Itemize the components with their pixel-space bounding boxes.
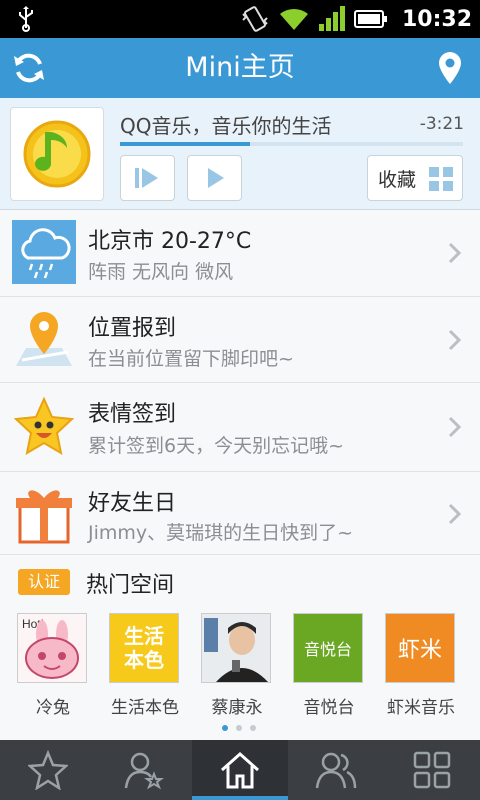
- vibrate-icon: [242, 6, 268, 32]
- chevron-right-icon: [448, 503, 462, 525]
- grid-icon: [429, 167, 453, 191]
- thumb-text: 生活本色: [124, 624, 164, 672]
- smiley-star-icon: [13, 396, 75, 455]
- birthday-title: 好友生日: [88, 491, 177, 516]
- tab-contacts[interactable]: [288, 740, 384, 800]
- signal-icon: [318, 6, 345, 31]
- location-icon[interactable]: [436, 50, 464, 86]
- favorite-button[interactable]: 收藏: [367, 155, 463, 201]
- battery-icon: [353, 10, 387, 28]
- space-item[interactable]: 蔡康永: [201, 613, 273, 718]
- progress-fill: [120, 142, 251, 146]
- space-item[interactable]: 虾米 虾米音乐: [385, 613, 457, 718]
- hot-spaces-title: 热门空间: [86, 573, 175, 598]
- favorite-label: 收藏: [378, 168, 417, 191]
- chevron-right-icon: [448, 416, 462, 438]
- qq-music-logo-icon: [23, 120, 91, 188]
- tab-friends-update[interactable]: [96, 740, 192, 800]
- birthday-row[interactable]: 好友生日 Jimmy、莫瑞琪的生日快到了~: [0, 472, 480, 555]
- page-title: Mini主页: [185, 52, 295, 83]
- usb-icon: [19, 6, 33, 32]
- weather-subtitle: 阵雨 无风向 微风: [88, 261, 234, 283]
- home-icon: [221, 751, 259, 789]
- page-dot: [250, 725, 256, 731]
- space-thumbnail: 生活本色: [109, 613, 179, 683]
- space-item[interactable]: 生活本色 生活本色: [109, 613, 181, 718]
- location-checkin-row[interactable]: 位置报到 在当前位置留下脚印吧~: [0, 297, 480, 383]
- thumb-text: 音悦台: [303, 640, 352, 659]
- space-label: 虾米音乐: [387, 698, 455, 718]
- tab-favorites[interactable]: [0, 740, 96, 800]
- location-pin-icon: [16, 312, 72, 366]
- play-icon: [208, 168, 224, 188]
- emoji-checkin-row[interactable]: 表情签到 累计签到6天，今天别忘记哦~: [0, 383, 480, 472]
- app-header: Mini主页: [0, 38, 480, 98]
- page-dot: [236, 725, 242, 731]
- song-title: QQ音乐，音乐你的生活: [120, 114, 332, 138]
- emoji-checkin-title: 表情签到: [88, 402, 177, 427]
- apps-grid-icon: [413, 751, 451, 789]
- star-icon: [28, 750, 68, 790]
- space-thumbnail: Hot!: [17, 613, 87, 683]
- verified-badge: 认证: [18, 569, 70, 595]
- person-star-icon: [124, 752, 164, 790]
- rabbit-avatar-icon: Hot!: [18, 614, 86, 682]
- birthday-subtitle: Jimmy、莫瑞琪的生日快到了~: [88, 522, 354, 544]
- time-remaining: -3:21: [419, 114, 464, 134]
- progress-bar[interactable]: [120, 142, 463, 146]
- bottom-tab-bar: [0, 740, 480, 800]
- page-dot: [222, 725, 228, 731]
- space-thumbnail: [201, 613, 271, 683]
- weather-title: 北京市 20-27°C: [88, 229, 252, 254]
- album-art[interactable]: [10, 107, 104, 201]
- location-checkin-title: 位置报到: [88, 316, 177, 341]
- weather-row[interactable]: 北京市 20-27°C 阵雨 无风向 微风: [0, 210, 480, 297]
- page-indicator: [222, 725, 256, 731]
- thumb-text: 虾米: [397, 638, 442, 663]
- status-bar: 10:32: [0, 0, 480, 38]
- space-thumbnail: 虾米: [385, 613, 455, 683]
- play-button[interactable]: [187, 155, 242, 201]
- chevron-right-icon: [448, 242, 462, 264]
- tab-home[interactable]: [192, 740, 288, 800]
- chevron-right-icon: [448, 329, 462, 351]
- tab-apps[interactable]: [384, 740, 480, 800]
- location-checkin-subtitle: 在当前位置留下脚印吧~: [88, 348, 294, 370]
- gift-icon: [16, 490, 72, 544]
- space-thumbnail: 音悦台: [293, 613, 363, 683]
- previous-button[interactable]: [120, 155, 175, 201]
- wifi-icon: [279, 8, 308, 30]
- hot-spaces-section: 认证 热门空间 Hot! 冷兔 生活本色 生活本色 蔡康永 音悦台 音悦台 虾米…: [0, 555, 480, 740]
- clock: 10:32: [401, 6, 472, 32]
- portrait-photo: [202, 614, 270, 682]
- weather-rain-icon: [12, 220, 76, 284]
- space-item[interactable]: Hot! 冷兔: [17, 613, 89, 718]
- space-item[interactable]: 音悦台 音悦台: [293, 613, 365, 718]
- music-player: QQ音乐，音乐你的生活 -3:21 收藏: [0, 98, 480, 210]
- skip-icon: [135, 168, 158, 188]
- emoji-checkin-subtitle: 累计签到6天，今天别忘记哦~: [88, 435, 345, 457]
- contacts-icon: [315, 752, 357, 789]
